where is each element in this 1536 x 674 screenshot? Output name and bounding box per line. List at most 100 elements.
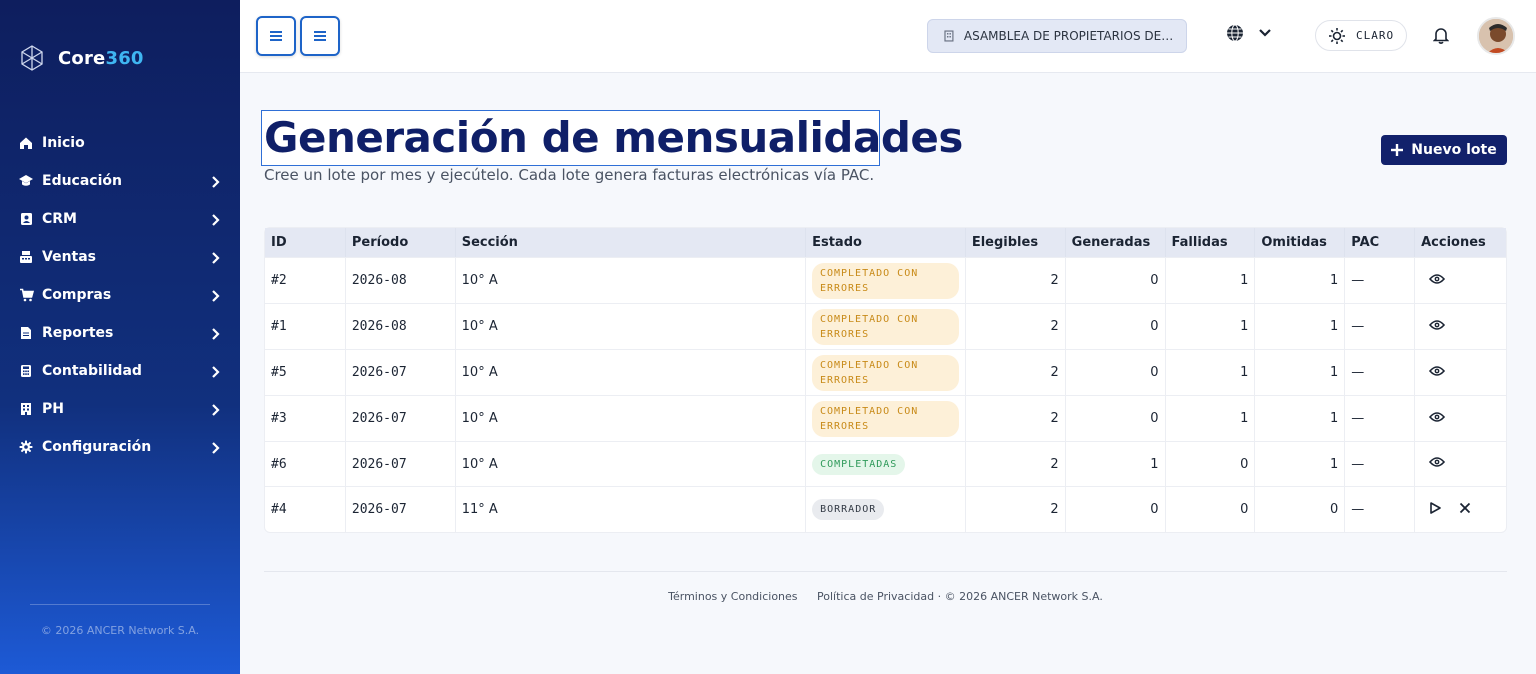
eye-icon [1429,273,1446,289]
cell-id: #3 [265,396,346,441]
column-header-omitted: Omitidas [1255,228,1346,257]
page-footer: Términos y Condiciones Política de Priva… [264,590,1507,603]
eye-icon [1429,457,1446,472]
sidebar-item-inicio[interactable]: Inicio [0,124,240,162]
brand-name: Core360 [58,47,144,69]
cell-period: 2026-08 [346,258,456,303]
sidebar-item-crm[interactable]: CRM [0,200,240,238]
toggle-menu-button[interactable] [300,16,340,56]
column-header-id: ID [265,228,346,257]
cell-status: COMPLETADO CON ERRORES [806,258,966,303]
sidebar-item-label: Compras [42,287,112,303]
cell-omitted: 1 [1255,304,1346,349]
menu-icon [314,31,326,41]
table-row: #4 2026-07 11° A BORRADOR 2 0 0 0— [265,487,1506,532]
theme-toggle[interactable]: CLARO [1315,20,1407,51]
cell-id: #2 [265,258,346,303]
organization-selector[interactable]: ASAMBLEA DE PROPIETARIOS DE ... [927,19,1187,53]
toggle-sidebar-button[interactable] [256,16,296,56]
sidebar-item-label: Configuración [42,439,152,455]
sidebar-nav: Inicio Educación CRM Ventas Compras Reportes C… [0,124,240,466]
cell-pac: — [1345,304,1416,349]
status-badge: COMPLETADO CON ERRORES [811,354,959,391]
footer-divider [264,571,1507,572]
cell-generated: 0 [1066,350,1166,395]
sidebar-item-contabilidad[interactable]: Contabilidad [0,352,240,390]
cell-failed: 1 [1166,258,1256,303]
table-row: #1 2026-08 10° A COMPLETADO CON ERRORES 2 0 1 1… [265,304,1506,350]
brand-logo[interactable]: Core360 [18,44,144,72]
sidebar-item-reportes[interactable]: Reportes [0,314,240,352]
building-icon [18,401,34,417]
footer-copyright: · © 2026 ANCER Network S.A. [937,590,1103,603]
column-header-status: Estado [806,228,966,257]
bell-icon [1432,28,1450,44]
privacy-link[interactable]: Política de Privacidad [817,590,934,603]
cell-omitted: 1 [1255,396,1346,441]
cell-eligible: 2 [966,304,1066,349]
view-batch-button[interactable] [1429,411,1446,427]
cell-pac: — [1345,442,1416,486]
cell-generated: 0 [1066,258,1166,303]
notifications-button[interactable] [1432,26,1450,48]
chevron-right-icon [211,440,220,459]
new-batch-button[interactable]: Nuevo lote [1381,135,1507,165]
cell-eligible: 2 [966,396,1066,441]
sidebar-item-ventas[interactable]: Ventas [0,238,240,276]
organization-name: ASAMBLEA DE PROPIETARIOS DE ... [963,29,1174,43]
cell-eligible: 2 [966,258,1066,303]
cell-eligible: 2 [966,487,1066,532]
sidebar-item-compras[interactable]: Compras [0,276,240,314]
page-subtitle: Cree un lote por mes y ejecútelo. Cada l… [264,166,875,184]
cell-period: 2026-07 [346,350,456,395]
table-header-row: ID Período Sección Estado Elegibles Generadas… [265,228,1506,258]
cell-period: 2026-07 [346,442,456,486]
user-avatar[interactable] [1477,17,1515,55]
cell-section: 10° A [456,304,806,349]
sidebar-item-educacion[interactable]: Educación [0,162,240,200]
cell-section: 10° A [456,396,806,441]
eye-icon [1429,319,1446,335]
cell-failed: 0 [1166,442,1256,486]
delete-batch-button[interactable] [1459,502,1471,518]
cell-status: COMPLETADO CON ERRORES [806,396,966,441]
graduation-cap-icon [18,173,34,189]
run-batch-button[interactable] [1429,501,1441,518]
language-selector[interactable] [1226,24,1272,42]
cell-actions [1415,487,1506,532]
building-icon [944,30,954,42]
sidebar-item-label: Reportes [42,325,114,341]
plus-icon [1391,144,1404,156]
sidebar-divider [30,604,210,605]
sidebar: Core360 Inicio Educación CRM Ventas Compras R… [0,0,240,674]
cell-omitted: 1 [1255,350,1346,395]
sidebar-item-configuracion[interactable]: Configuración [0,428,240,466]
top-header: ASAMBLEA DE PROPIETARIOS DE ... CLARO [240,0,1536,73]
view-batch-button[interactable] [1429,365,1446,381]
cell-section: 10° A [456,442,807,486]
sidebar-item-ph[interactable]: PH [0,390,240,428]
cell-omitted: 1 [1255,442,1346,486]
cell-period: 2026-07 [346,396,456,441]
view-batch-button[interactable] [1429,319,1446,335]
cell-pac: — [1345,258,1416,303]
cell-id: #6 [265,442,346,486]
cell-eligible: 2 [966,350,1066,395]
cell-generated: 1 [1066,442,1166,486]
cell-id: #5 [265,350,346,395]
view-batch-button[interactable] [1429,456,1446,472]
cell-failed: 0 [1166,487,1256,532]
cell-actions [1415,396,1506,441]
terms-link[interactable]: Términos y Condiciones [668,590,797,603]
table-row: #5 2026-07 10° A COMPLETADO CON ERRORES 2 0 1 1… [265,350,1506,396]
cell-omitted: 0 [1255,487,1346,532]
sidebar-item-label: PH [42,401,64,417]
cell-status: COMPLETADO CON ERRORES [806,350,966,395]
view-batch-button[interactable] [1429,273,1446,289]
file-icon [18,325,34,341]
column-header-generated: Generadas [1066,228,1166,257]
chevron-right-icon [211,288,220,307]
eye-icon [1429,411,1446,427]
status-badge: COMPLETADO CON ERRORES [811,262,959,299]
cell-failed: 1 [1166,350,1256,395]
